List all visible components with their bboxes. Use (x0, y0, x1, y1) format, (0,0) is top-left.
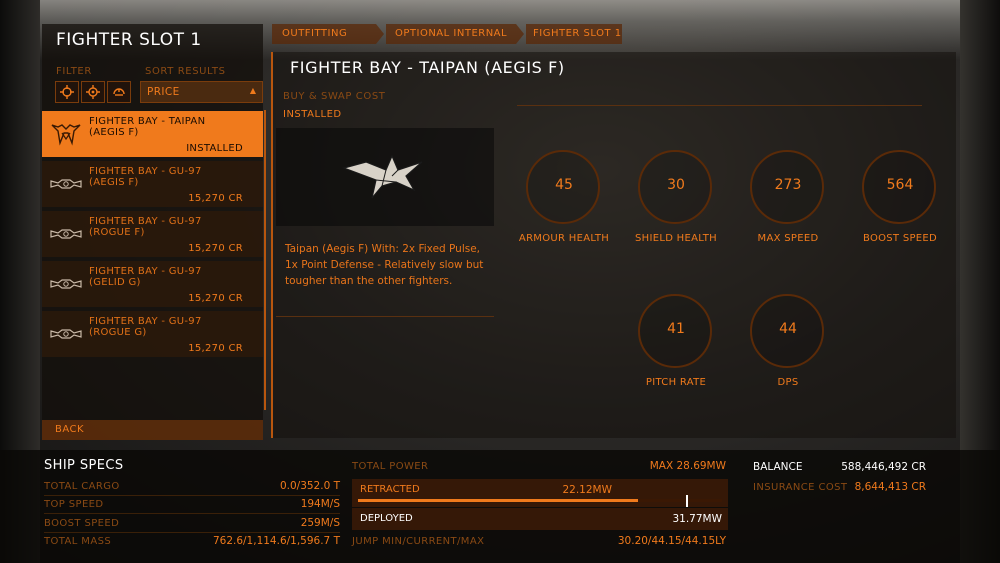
max-power-value: MAX 28.69MW (649, 460, 726, 472)
list-item[interactable]: FIGHTER BAY - GU-97 (AEGIS F) 15,270 CR (42, 161, 263, 207)
stat-name: MAX SPEED (757, 233, 819, 244)
breadcrumb-label: OPTIONAL INTERNAL (395, 28, 508, 39)
detail-title: FIGHTER BAY - TAIPAN (AEGIS F) (290, 58, 565, 77)
deployed-label: DEPLOYED (360, 513, 413, 524)
taipan-ship-icon (342, 154, 423, 199)
stat-boost-speed: 564 BOOST SPEED (850, 150, 950, 250)
sort-dropdown[interactable]: PRICE ▲ (140, 81, 263, 103)
list-scrollbar[interactable] (264, 110, 266, 410)
filter-label: FILTER (56, 66, 92, 77)
stat-shield-health: 30 SHIELD HEALTH (626, 150, 726, 250)
list-item-name: FIGHTER BAY - GU-97 (ROGUE F) (89, 216, 202, 238)
gu97-ship-icon (50, 279, 82, 289)
list-item-name: FIGHTER BAY - GU-97 (GELID G) (89, 266, 202, 288)
spec-value: 194M/S (300, 498, 340, 510)
power-retracted-row: RETRACTED 22.12MW (352, 479, 728, 507)
divider (276, 316, 494, 317)
gu97-ship-icon (50, 329, 82, 339)
detail-divider (271, 52, 273, 438)
gu97-ship-icon (50, 179, 82, 189)
spec-label: TOTAL CARGO (44, 481, 120, 492)
stat-value: 44 (779, 321, 797, 337)
power-bar-fill (358, 499, 639, 502)
stat-armour-health: 45 ARMOUR HEALTH (514, 150, 614, 250)
spec-label: TOP SPEED (44, 499, 104, 510)
divider (517, 105, 922, 106)
insurance-value: 8,644,413 CR (854, 481, 926, 493)
spec-value: 259M/S (300, 517, 340, 529)
list-item[interactable]: FIGHTER BAY - TAIPAN (AEGIS F) INSTALLED (42, 111, 263, 157)
balance-value: 588,446,492 CR (841, 461, 926, 473)
stat-name: SHIELD HEALTH (635, 233, 717, 244)
list-item[interactable]: FIGHTER BAY - GU-97 (GELID G) 15,270 CR (42, 261, 263, 307)
list-item-price: 15,270 CR (188, 193, 243, 204)
back-label: BACK (55, 424, 85, 435)
ship-specs-title: SHIP SPECS (44, 458, 124, 473)
spec-label: TOTAL MASS (44, 536, 112, 547)
list-item-price: 15,270 CR (188, 343, 243, 354)
balance-label: BALANCE (753, 461, 803, 473)
stat-value: 273 (774, 177, 802, 193)
crosshair-icon[interactable] (55, 81, 79, 103)
list-item-name: FIGHTER BAY - TAIPAN (AEGIS F) (89, 116, 206, 138)
target-icon[interactable] (81, 81, 105, 103)
status-badge: INSTALLED (283, 109, 342, 120)
power-max-marker (686, 495, 688, 507)
list-item[interactable]: FIGHTER BAY - GU-97 (ROGUE F) 15,270 CR (42, 211, 263, 257)
breadcrumb-optional-internal[interactable]: OPTIONAL INTERNAL (386, 24, 516, 44)
breadcrumb-outfitting[interactable]: OUTFITTING (272, 24, 376, 44)
divider (44, 532, 340, 533)
sort-label: SORT RESULTS (145, 66, 226, 77)
stat-name: DPS (777, 377, 799, 388)
stat-value: 564 (886, 177, 914, 193)
breadcrumb-fighter-slot[interactable]: FIGHTER SLOT 1 (526, 24, 622, 44)
spec-value: 0.0/352.0 T (279, 480, 340, 492)
divider (44, 495, 340, 496)
list-item-name: FIGHTER BAY - GU-97 (ROGUE G) (89, 316, 202, 338)
gu97-ship-icon (50, 229, 82, 239)
taipan-ship-icon (51, 124, 81, 146)
spec-label: BOOST SPEED (44, 518, 120, 529)
stat-max-speed: 273 MAX SPEED (738, 150, 838, 250)
divider (44, 513, 340, 514)
chevron-up-icon: ▲ (249, 86, 256, 95)
stat-dps: 44 DPS (738, 294, 838, 394)
breadcrumb-separator (516, 24, 524, 44)
jump-range-label: JUMP MIN/CURRENT/MAX (352, 536, 485, 547)
list-item-price: INSTALLED (186, 143, 243, 154)
power-deployed-row: DEPLOYED 31.77MW (352, 508, 728, 530)
stat-value: 30 (667, 177, 685, 193)
list-item-name: FIGHTER BAY - GU-97 (AEGIS F) (89, 166, 202, 188)
list-item[interactable]: FIGHTER BAY - GU-97 (ROGUE G) 15,270 CR (42, 311, 263, 357)
back-button[interactable]: BACK (42, 420, 263, 440)
panel-title: FIGHTER SLOT 1 (56, 30, 202, 50)
stat-value: 45 (555, 177, 573, 193)
total-power-label: TOTAL POWER (352, 461, 429, 472)
stat-name: BOOST SPEED (862, 233, 938, 244)
power-bar-track (358, 499, 722, 502)
retracted-label: RETRACTED (360, 484, 420, 495)
list-item-price: 15,270 CR (188, 293, 243, 304)
stat-pitch-rate: 41 PITCH RATE (626, 294, 726, 394)
breadcrumb-separator (376, 24, 384, 44)
breadcrumb-label: OUTFITTING (282, 28, 348, 39)
jump-range-value: 30.20/44.15/44.15LY (617, 535, 726, 547)
gimbal-icon[interactable] (107, 81, 131, 103)
stat-name: ARMOUR HEALTH (518, 233, 610, 244)
module-description: Taipan (Aegis F) With: 2x Fixed Pulse, 1… (285, 243, 484, 287)
stat-value: 41 (667, 321, 685, 337)
deployed-value: 31.77MW (672, 513, 722, 525)
sort-value: PRICE (147, 86, 180, 98)
cost-label: BUY & SWAP COST (283, 91, 386, 102)
module-preview (276, 128, 494, 226)
list-item-price: 15,270 CR (188, 243, 243, 254)
spec-value: 762.6/1,114.6/1,596.7 T (212, 535, 340, 547)
stat-name: PITCH RATE (645, 377, 707, 388)
breadcrumb-label: FIGHTER SLOT 1 (533, 28, 622, 39)
retracted-value: 22.12MW (562, 484, 612, 496)
